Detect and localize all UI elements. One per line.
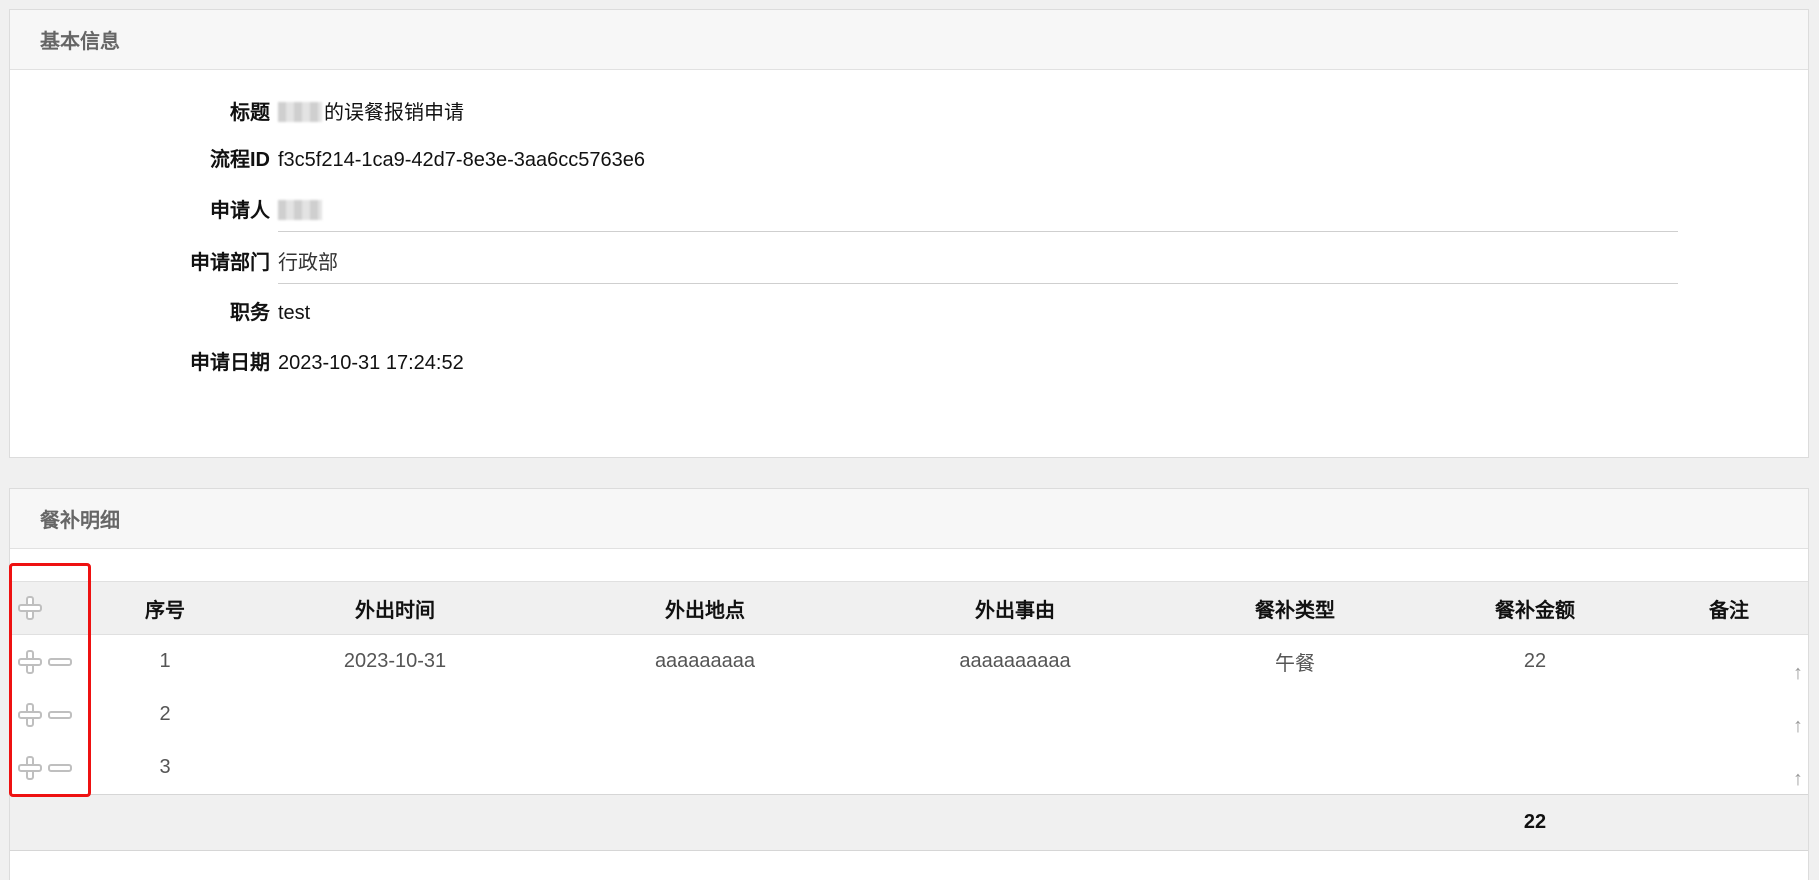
arrow-up-icon[interactable]: ↑ — [1788, 715, 1808, 738]
grid-header-row: 序号 外出时间 外出地点 外出事由 餐补类型 餐补金额 备注 — [10, 581, 1808, 635]
basic-info-header: 基本信息 — [10, 10, 1808, 70]
form-row-applicant: 申请人 — [10, 196, 1810, 232]
header-remark: 备注 — [1650, 581, 1808, 635]
cell-out-time[interactable]: 2023-10-31 — [240, 635, 550, 689]
cell-meal-type[interactable] — [1170, 688, 1420, 741]
arrow-up-icon[interactable]: ↑ — [1788, 768, 1808, 791]
cell-out-reason[interactable] — [860, 741, 1170, 795]
cell-out-place[interactable]: aaaaaaaaa — [550, 635, 860, 689]
highlight-box — [9, 563, 91, 797]
position-value: test — [278, 302, 311, 324]
table-row: 3 ↑ — [10, 741, 1808, 795]
cell-index: 3 — [159, 756, 171, 778]
cell-meal-type[interactable]: 午餐 — [1170, 635, 1420, 689]
meal-detail-panel: 餐补明细 序号 外出时间 外出地点 外出事由 餐补类型 餐补金额 备注 1 20… — [9, 488, 1809, 880]
cell-out-reason[interactable]: aaaaaaaaaa — [860, 635, 1170, 689]
cell-meal-type[interactable] — [1170, 741, 1420, 795]
meal-detail-header: 餐补明细 — [10, 489, 1808, 549]
header-out-reason: 外出事由 — [860, 581, 1170, 635]
table-row: 1 2023-10-31 aaaaaaaaa aaaaaaaaaa 午餐 22 … — [10, 635, 1808, 689]
form-row-process-id: 流程ID f3c5f214-1ca9-42d7-8e3e-3aa6cc5763e… — [10, 145, 1810, 175]
applicant-label: 申请人 — [210, 200, 270, 222]
process-id-value: f3c5f214-1ca9-42d7-8e3e-3aa6cc5763e6 — [278, 149, 645, 171]
header-index: 序号 — [90, 581, 240, 635]
header-meal-type: 餐补类型 — [1170, 581, 1420, 635]
cell-out-place[interactable] — [550, 741, 860, 795]
apply-date-label: 申请日期 — [190, 352, 270, 374]
title-value: 的误餐报销申请 — [278, 98, 464, 128]
header-meal-amount: 餐补金额 — [1420, 581, 1650, 635]
department-field[interactable]: 行政部 — [278, 248, 1678, 284]
position-label: 职务 — [230, 302, 270, 324]
form-row-department: 申请部门 行政部 — [10, 248, 1810, 284]
header-out-time: 外出时间 — [240, 581, 550, 635]
cell-meal-amount[interactable] — [1420, 688, 1650, 741]
header-out-place: 外出地点 — [550, 581, 860, 635]
cell-remark[interactable]: ↑ — [1650, 741, 1808, 795]
form-row-title: 标题 的误餐报销申请 — [10, 98, 1810, 128]
table-row: 2 ↑ — [10, 688, 1808, 741]
total-amount: 22 — [1420, 794, 1650, 851]
cell-meal-amount[interactable] — [1420, 741, 1650, 795]
title-label: 标题 — [230, 102, 270, 124]
form-row-apply-date: 申请日期 2023-10-31 17:24:52 — [10, 348, 1810, 378]
applicant-field[interactable] — [278, 196, 1678, 232]
department-label: 申请部门 — [190, 252, 270, 274]
cell-out-time[interactable] — [240, 688, 550, 741]
cell-out-reason[interactable] — [860, 688, 1170, 741]
form-row-position: 职务 test — [10, 298, 1810, 328]
arrow-up-icon[interactable]: ↑ — [1788, 662, 1808, 685]
cell-out-place[interactable] — [550, 688, 860, 741]
total-row: 22 — [10, 794, 1808, 851]
cell-remark[interactable]: ↑ — [1650, 635, 1808, 689]
redacted-name — [278, 102, 322, 122]
cell-out-time[interactable] — [240, 741, 550, 795]
redacted-applicant — [278, 200, 322, 220]
process-id-label: 流程ID — [210, 149, 270, 171]
cell-meal-amount[interactable]: 22 — [1420, 635, 1650, 689]
cell-remark[interactable]: ↑ — [1650, 688, 1808, 741]
apply-date-value: 2023-10-31 17:24:52 — [278, 352, 464, 374]
cell-index: 2 — [159, 703, 171, 725]
basic-info-panel: 基本信息 标题 的误餐报销申请 流程ID f3c5f214-1ca9-42d7-… — [9, 9, 1809, 458]
cell-index: 1 — [159, 650, 171, 672]
meal-detail-grid: 序号 外出时间 外出地点 外出事由 餐补类型 餐补金额 备注 1 2023-10… — [10, 581, 1808, 851]
